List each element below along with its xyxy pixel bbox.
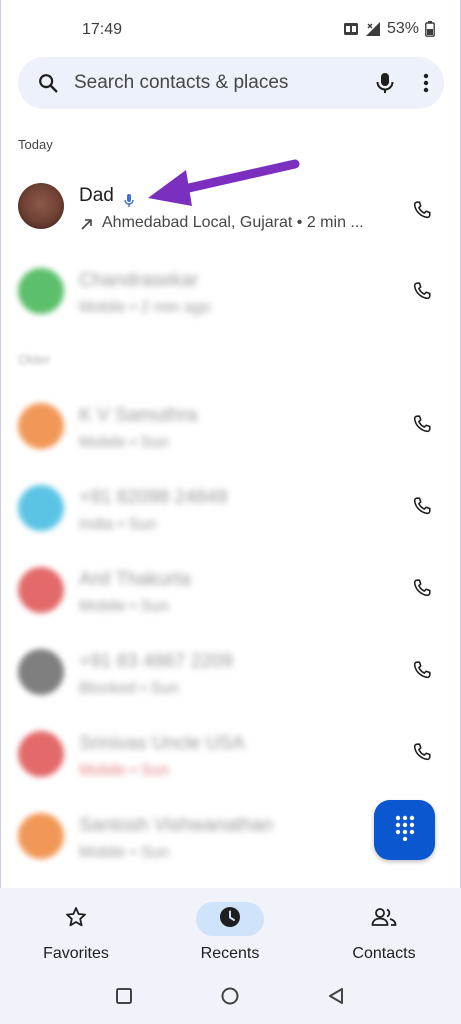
call-detail: Blocked • Sun — [79, 680, 179, 697]
caller-name: +91 82098 24849 — [79, 487, 228, 508]
caller-name: K V Samuthra — [79, 405, 198, 426]
recent-apps-icon[interactable] — [114, 986, 134, 1011]
clock-icon — [218, 905, 242, 934]
battery-percent: 53% — [386, 20, 419, 37]
nav-favorites[interactable]: Favorites — [16, 902, 136, 963]
system-navigation-bar — [0, 986, 461, 1010]
phone-icon — [411, 495, 433, 522]
section-header-older: Older — [18, 352, 50, 367]
nav-contacts-label: Contacts — [352, 945, 416, 962]
call-detail: Mobile • Sun — [79, 598, 170, 615]
search-icon — [37, 72, 59, 99]
status-bar: 17:49 53% — [0, 0, 461, 58]
phone-icon — [411, 741, 433, 768]
voice-search-icon[interactable] — [374, 71, 396, 100]
back-icon[interactable] — [326, 986, 346, 1011]
phone-icon — [411, 280, 433, 307]
avatar — [18, 268, 64, 314]
call-detail: Mobile • Sun — [79, 762, 170, 779]
call-button[interactable] — [407, 657, 437, 687]
call-log-row[interactable]: Srinivas Uncle USA Mobile • Sun — [0, 731, 461, 801]
nav-contacts[interactable]: Contacts — [324, 902, 444, 963]
voice-note-icon — [123, 193, 135, 214]
call-button[interactable] — [407, 493, 437, 523]
nav-favorites-pill — [42, 902, 110, 936]
call-button[interactable] — [407, 411, 437, 441]
outgoing-call-icon — [79, 216, 95, 237]
call-log-row[interactable]: Chandrasekar Mobile • 2 min ago — [0, 268, 461, 338]
caller-name: Srinivas Uncle USA — [79, 733, 245, 754]
call-log-row[interactable]: Anil Thakurta Mobile • Sun — [0, 567, 461, 637]
caller-name: Santosh Vishwanathan — [79, 815, 274, 836]
call-button[interactable] — [407, 197, 437, 227]
call-button[interactable] — [407, 278, 437, 308]
avatar — [18, 567, 64, 613]
call-button[interactable] — [407, 575, 437, 605]
annotation-arrow — [140, 152, 300, 217]
caller-name: Chandrasekar — [79, 270, 199, 291]
avatar — [18, 485, 64, 531]
caller-name: +91 83 4867 2209 — [79, 651, 233, 672]
people-icon — [370, 905, 398, 934]
bottom-navigation: Favorites Recents Contacts — [0, 888, 461, 1024]
more-options-icon[interactable] — [422, 71, 430, 100]
phone-icon — [411, 577, 433, 604]
volte-icon — [343, 21, 359, 37]
call-log-row[interactable]: +91 82098 24849 India • Sun — [0, 485, 461, 555]
call-detail: Mobile • 2 min ago — [79, 299, 211, 316]
home-icon[interactable] — [220, 986, 240, 1011]
call-log-row[interactable]: +91 83 4867 2209 Blocked • Sun — [0, 649, 461, 719]
nav-recents[interactable]: Recents — [170, 902, 290, 963]
nav-recents-label: Recents — [200, 945, 260, 962]
star-icon — [64, 905, 88, 934]
section-header-today: Today — [18, 137, 53, 152]
nav-recents-pill — [196, 902, 264, 936]
status-time: 17:49 — [82, 21, 123, 38]
avatar — [18, 813, 64, 859]
avatar — [18, 183, 64, 229]
caller-name: Anil Thakurta — [79, 569, 191, 590]
phone-icon — [411, 413, 433, 440]
nav-contacts-pill — [350, 902, 418, 936]
dialpad-icon — [394, 815, 416, 846]
call-detail: Mobile • Sun — [79, 434, 170, 451]
avatar — [18, 731, 64, 777]
battery-icon — [425, 21, 435, 37]
call-detail: Mobile • Sun — [79, 844, 170, 861]
call-detail: India • Sun — [79, 516, 157, 533]
search-bar[interactable] — [18, 57, 444, 109]
status-icons: 53% — [343, 20, 435, 38]
phone-icon — [411, 199, 433, 226]
nav-favorites-label: Favorites — [43, 945, 109, 962]
phone-icon — [411, 659, 433, 686]
dialpad-button[interactable] — [374, 800, 435, 860]
search-input[interactable] — [74, 57, 344, 109]
avatar — [18, 649, 64, 695]
avatar — [18, 403, 64, 449]
call-log-row[interactable]: K V Samuthra Mobile • Sun — [0, 403, 461, 473]
signal-icon — [365, 21, 381, 37]
call-button[interactable] — [407, 739, 437, 769]
caller-name: Dad — [79, 185, 114, 206]
